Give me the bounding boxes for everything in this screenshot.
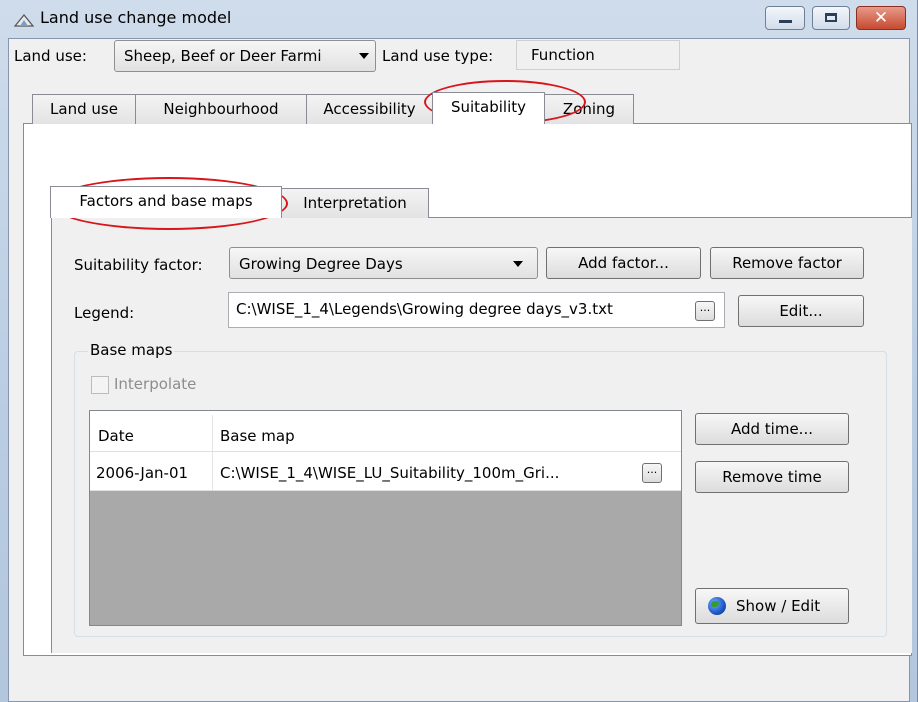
- row-date-cell[interactable]: 2006-Jan-01: [96, 464, 188, 482]
- base-map-browse-button[interactable]: ...: [642, 463, 662, 483]
- column-header-date[interactable]: Date: [98, 427, 134, 445]
- minimize-button[interactable]: [765, 6, 805, 30]
- tab-factors-and-base-maps[interactable]: Factors and base maps: [50, 186, 282, 218]
- column-header-base-map[interactable]: Base map: [220, 427, 295, 445]
- minimize-icon: [779, 20, 792, 23]
- tab-interpretation[interactable]: Interpretation: [281, 188, 429, 218]
- maximize-button[interactable]: [812, 6, 850, 30]
- maximize-icon: [825, 13, 837, 22]
- interpolate-label: Interpolate: [114, 375, 197, 393]
- legend-browse-button[interactable]: ...: [695, 301, 715, 321]
- add-time-button[interactable]: Add time...: [695, 413, 849, 445]
- base-maps-group-title: Base maps: [88, 341, 175, 359]
- legend-path-field[interactable]: C:\WISE_1_4\Legends\Growing degree days_…: [228, 292, 725, 328]
- suitability-factor-label: Suitability factor:: [74, 256, 203, 274]
- table-header: Date Base map: [90, 411, 681, 452]
- land-use-selected-value: Sheep, Beef or Deer Farmi: [124, 47, 322, 65]
- land-use-type-field: Function: [516, 40, 680, 70]
- tab-land-use[interactable]: Land use: [32, 94, 136, 124]
- remove-factor-button[interactable]: Remove factor: [710, 247, 864, 279]
- app-window: Land use change model ✕ Land use: Sheep,…: [0, 0, 918, 702]
- row-base-map-cell[interactable]: C:\WISE_1_4\WISE_LU_Suitability_100m_Gri…: [220, 464, 559, 482]
- tab-suitability[interactable]: Suitability: [432, 92, 545, 124]
- interpolate-checkbox[interactable]: [91, 376, 109, 394]
- add-factor-button[interactable]: Add factor...: [546, 247, 701, 279]
- globe-icon: [708, 597, 726, 615]
- sub-tabstrip: Factors and base maps Interpretation: [50, 186, 430, 218]
- land-use-type-value: Function: [531, 46, 595, 64]
- land-use-label: Land use:: [14, 47, 87, 65]
- chevron-down-icon: [513, 261, 523, 267]
- land-use-type-label: Land use type:: [382, 47, 494, 65]
- close-icon: ✕: [873, 8, 889, 28]
- show-edit-label: Show / Edit: [736, 597, 821, 615]
- tab-zoning[interactable]: Zoning: [544, 94, 634, 124]
- window-title: Land use change model: [40, 8, 232, 27]
- land-use-dropdown[interactable]: Sheep, Beef or Deer Farmi: [114, 40, 376, 72]
- suitability-factor-dropdown[interactable]: Growing Degree Days: [229, 247, 538, 279]
- edit-legend-button[interactable]: Edit...: [738, 295, 864, 327]
- main-tabstrip: Land use Neighbourhood Accessibility Sui…: [32, 92, 882, 124]
- title-bar[interactable]: Land use change model ✕: [0, 0, 918, 38]
- remove-time-button[interactable]: Remove time: [695, 461, 849, 493]
- app-icon: [14, 14, 34, 27]
- legend-label: Legend:: [74, 304, 135, 322]
- close-button[interactable]: ✕: [856, 6, 906, 30]
- column-divider: [212, 452, 213, 490]
- suitability-factor-selected-value: Growing Degree Days: [239, 255, 403, 273]
- table-row[interactable]: 2006-Jan-01 C:\WISE_1_4\WISE_LU_Suitabil…: [90, 452, 681, 491]
- base-maps-table[interactable]: Date Base map 2006-Jan-01 C:\WISE_1_4\WI…: [89, 410, 682, 626]
- show-edit-button[interactable]: Show / Edit: [695, 588, 849, 624]
- legend-path-value: C:\WISE_1_4\Legends\Growing degree days_…: [236, 300, 613, 318]
- column-divider: [212, 415, 213, 451]
- tab-neighbourhood[interactable]: Neighbourhood: [135, 94, 307, 124]
- chevron-down-icon: [359, 53, 369, 59]
- tab-accessibility[interactable]: Accessibility: [306, 94, 433, 124]
